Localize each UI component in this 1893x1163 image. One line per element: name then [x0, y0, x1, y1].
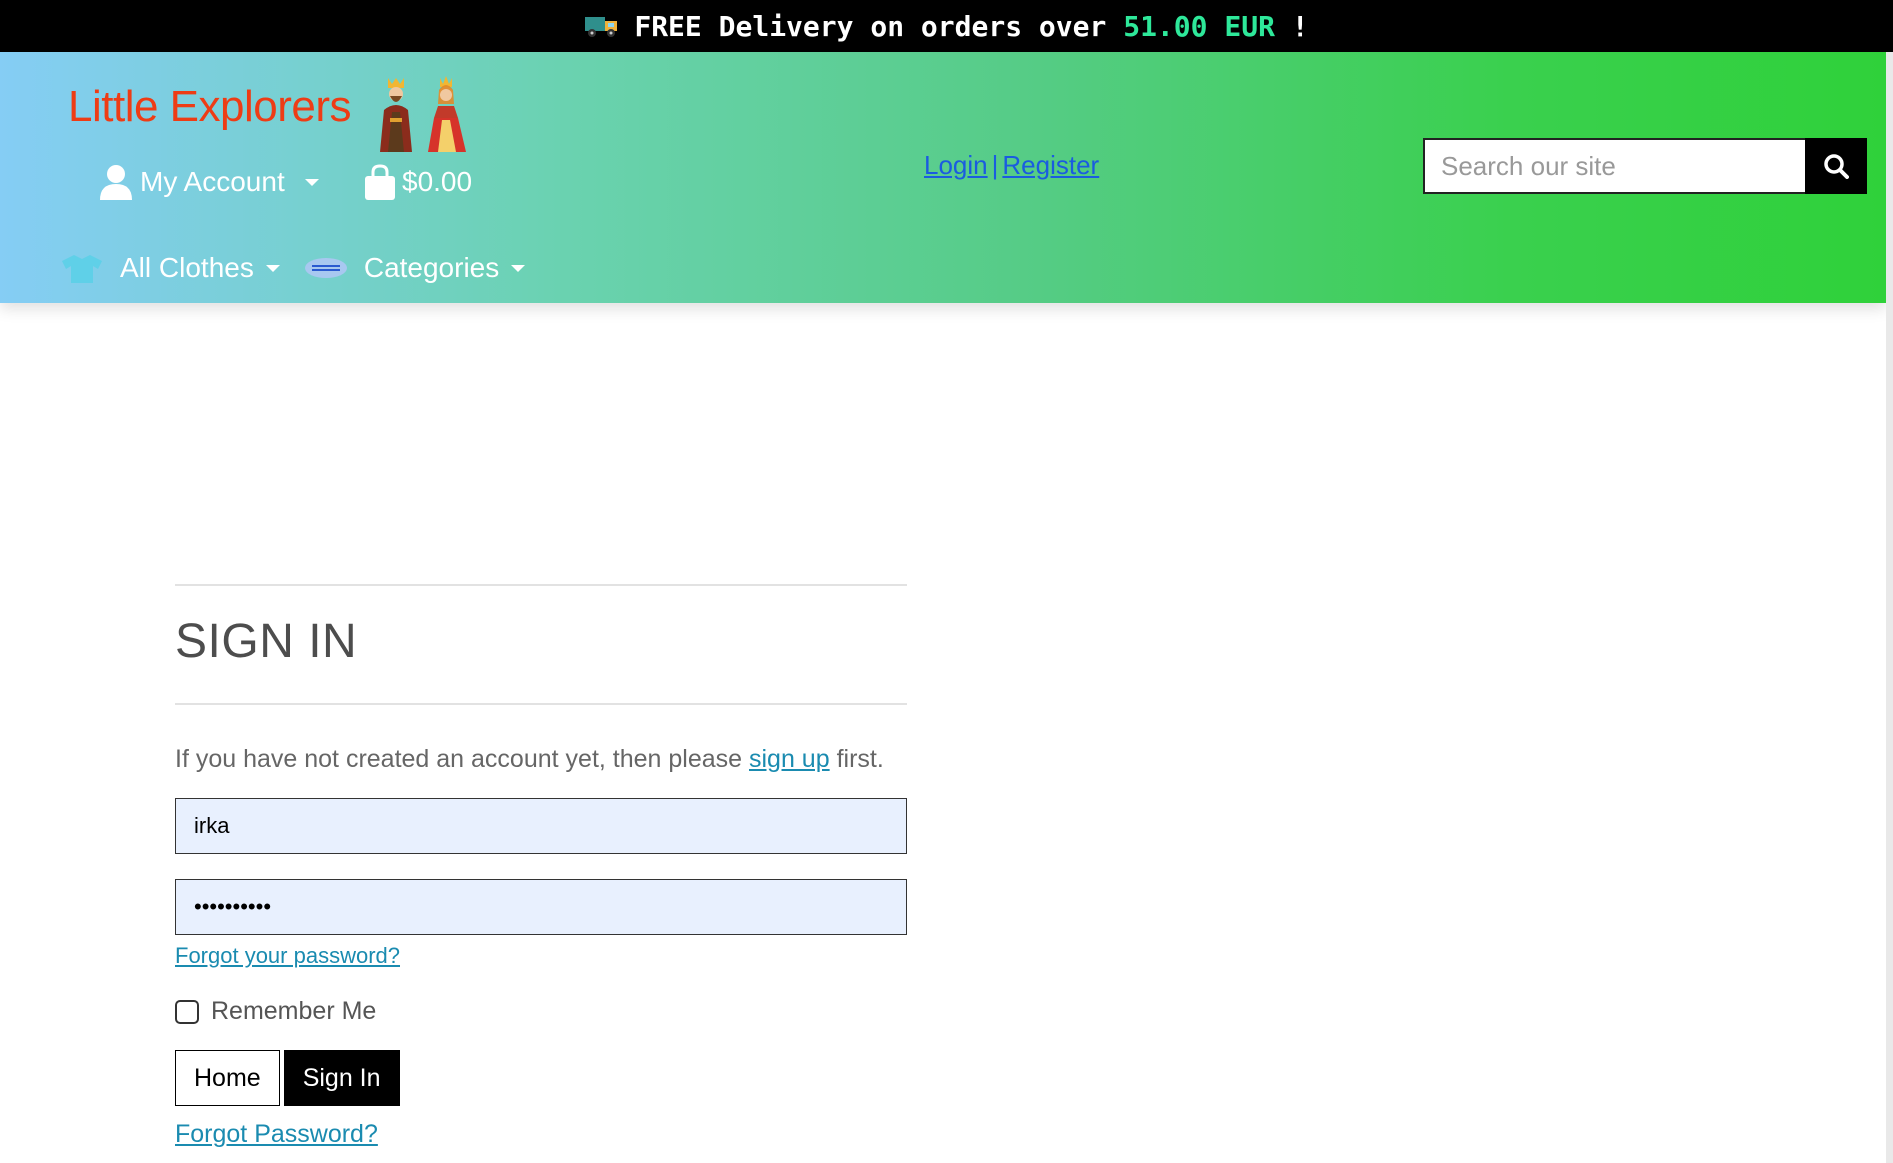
- signup-prompt: If you have not created an account yet, …: [175, 745, 907, 774]
- chevron-down-icon: [304, 178, 319, 186]
- delivery-banner: FREE Delivery on orders over 51.00 EUR !: [0, 0, 1893, 52]
- tshirt-icon: [62, 255, 102, 283]
- auth-separator: |: [991, 150, 999, 180]
- search-icon: [1824, 154, 1849, 179]
- forgot-password-bottom-link[interactable]: Forgot Password?: [175, 1120, 907, 1149]
- delivery-truck-icon: [585, 17, 618, 37]
- username-field[interactable]: [175, 798, 907, 854]
- site-header: Little Explorers My Account $0.00 All Cl…: [0, 52, 1886, 303]
- sign-in-button[interactable]: Sign In: [283, 1050, 400, 1106]
- auth-links: Login | Register: [924, 150, 1099, 181]
- signup-prompt-after: first.: [829, 745, 884, 773]
- categories-icon: [304, 258, 347, 278]
- banner-amount: 51.00 EUR: [1123, 9, 1275, 43]
- my-account-dropdown[interactable]: My Account: [100, 164, 319, 200]
- delivery-banner-text: FREE Delivery on orders over 51.00 EUR !: [634, 10, 1308, 43]
- user-icon: [100, 165, 132, 200]
- remember-me[interactable]: Remember Me: [175, 997, 907, 1026]
- home-button[interactable]: Home: [175, 1050, 280, 1106]
- search-button[interactable]: [1805, 138, 1867, 194]
- divider: [175, 703, 907, 705]
- login-link[interactable]: Login: [924, 150, 988, 180]
- register-link[interactable]: Register: [1002, 150, 1099, 180]
- page-scrollbar[interactable]: [1886, 52, 1893, 1163]
- cart-link[interactable]: $0.00: [364, 164, 472, 200]
- nav-categories-label: Categories: [363, 252, 500, 283]
- signup-link[interactable]: sign up: [749, 745, 830, 773]
- password-field[interactable]: [175, 879, 907, 935]
- signup-prompt-before: If you have not created an account yet, …: [175, 745, 749, 773]
- nav-categories[interactable]: Categories: [304, 252, 526, 284]
- form-buttons: Home Sign In: [175, 1050, 907, 1106]
- chevron-down-icon: [511, 264, 526, 272]
- cart-total: $0.00: [402, 166, 473, 197]
- signin-section: SIGN IN If you have not created an accou…: [175, 584, 907, 1149]
- banner-text-prefix: FREE Delivery on orders over: [634, 9, 1124, 43]
- divider: [175, 584, 907, 586]
- remember-me-checkbox[interactable]: [175, 999, 199, 1024]
- site-logo[interactable]: Little Explorers: [68, 82, 352, 132]
- nav-all-clothes[interactable]: All Clothes: [60, 252, 280, 284]
- nav-all-clothes-label: All Clothes: [120, 252, 254, 283]
- banner-text-suffix: !: [1274, 9, 1309, 43]
- search-bar: [1423, 138, 1867, 194]
- page-title: SIGN IN: [175, 615, 358, 668]
- chevron-down-icon: [265, 264, 280, 272]
- forgot-password-link[interactable]: Forgot your password?: [175, 943, 907, 969]
- search-input[interactable]: [1423, 138, 1805, 194]
- my-account-label: My Account: [140, 166, 285, 197]
- remember-me-label: Remember Me: [211, 997, 377, 1025]
- king-queen-mascot-icon: [380, 76, 466, 152]
- shopping-bag-icon: [365, 164, 395, 200]
- main-nav: All Clothes Categories: [60, 252, 549, 284]
